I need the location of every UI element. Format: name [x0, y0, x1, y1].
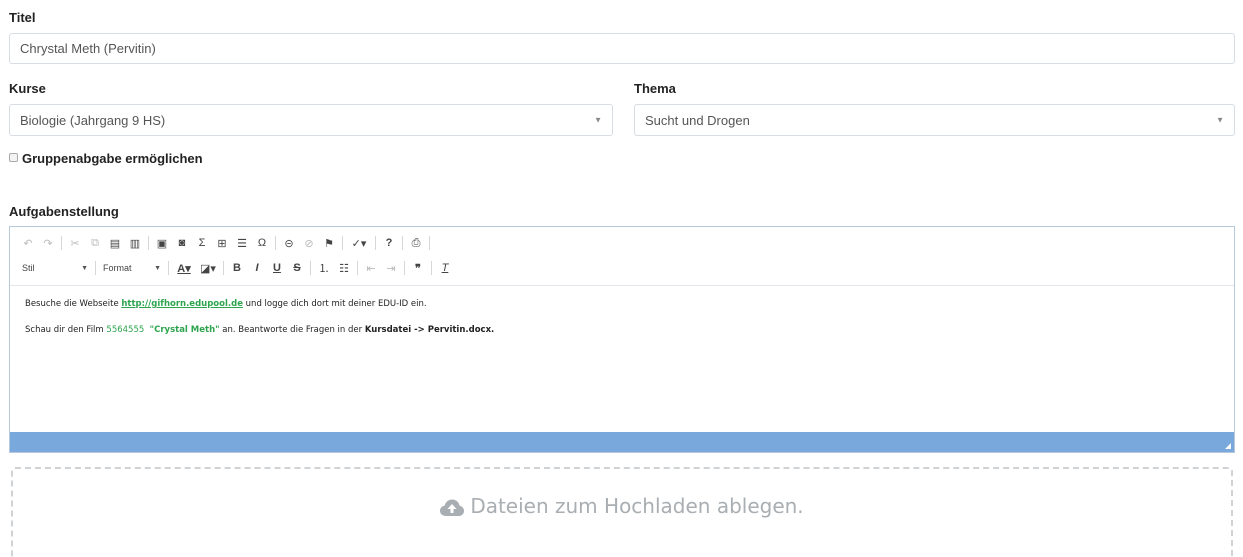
bg-color-icon[interactable]: ◪▾ [198, 260, 218, 276]
indent-icon[interactable]: ⇥ [383, 260, 399, 276]
undo-icon[interactable]: ↶ [20, 235, 36, 251]
paste-text-icon[interactable]: ▥ [127, 235, 143, 251]
unlink-icon[interactable]: ⊘ [301, 235, 317, 251]
bold-icon[interactable]: B [229, 260, 245, 276]
toolbar-separator [310, 261, 311, 275]
content-line-2: Schau dir den Film 5564555 "Crystal Meth… [25, 325, 1224, 335]
cloud-upload-icon [440, 499, 465, 516]
table-icon[interactable]: ⊞ [214, 235, 230, 251]
toolbar-separator [431, 261, 432, 275]
thema-select[interactable]: Sucht und Drogen ▼ [634, 104, 1235, 136]
toolbar-row-1: ↶ ↷ ✂ ⧉ ▤ ▥ ▣ ◙ Σ ⊞ ☰ Ω ⊝ ⊘ ⚑ ✓▾ ? ⎙ [18, 233, 433, 253]
thema-label: Thema [634, 81, 676, 96]
title-input[interactable]: Chrystal Meth (Pervitin) [9, 33, 1235, 64]
anchor-flag-icon[interactable]: ⚑ [321, 235, 337, 251]
numbered-list-icon[interactable]: ⒈ [316, 260, 332, 276]
file-reference: Kursdatei -> Pervitin.docx. [364, 325, 495, 335]
chevron-down-icon: ▼ [81, 264, 88, 272]
content-text: Besuche die Webseite [25, 299, 122, 309]
link-icon[interactable]: ⊝ [281, 235, 297, 251]
bulleted-list-icon[interactable]: ☷ [336, 260, 352, 276]
image-icon[interactable]: ▣ [154, 235, 170, 251]
chevron-down-icon: ▼ [594, 115, 602, 125]
group-submission-checkbox[interactable] [9, 153, 18, 162]
kurse-label: Kurse [9, 81, 46, 96]
help-icon[interactable]: ? [381, 235, 397, 251]
file-dropzone[interactable]: Dateien zum Hochladen ablegen. [11, 467, 1233, 557]
format-combo[interactable]: Format ▼ [99, 260, 165, 276]
toolbar-separator [275, 236, 276, 250]
toolbar-separator [429, 236, 430, 250]
special-char-icon[interactable]: Ω [254, 235, 270, 251]
film-title: "Crystal Meth" [149, 325, 220, 335]
title-input-value: Chrystal Meth (Pervitin) [20, 41, 156, 56]
toolbar-separator [148, 236, 149, 250]
editor-content[interactable]: Besuche die Webseite http://gifhorn.edup… [25, 299, 1224, 351]
content-text: Schau dir den Film [25, 325, 107, 335]
thema-select-value: Sucht und Drogen [645, 112, 750, 128]
toolbar-separator [404, 261, 405, 275]
spellcheck-icon[interactable]: ✓▾ [348, 235, 370, 251]
content-text: an. Beantworte die Fragen in der [219, 325, 365, 335]
editor-statusbar [10, 432, 1234, 452]
chevron-down-icon: ▼ [154, 264, 161, 272]
chevron-down-icon: ▼ [1216, 115, 1224, 125]
outdent-icon[interactable]: ⇤ [363, 260, 379, 276]
media-icon[interactable]: ◙ [174, 235, 190, 251]
toolbar-separator [357, 261, 358, 275]
cut-icon[interactable]: ✂ [67, 235, 83, 251]
copy-icon[interactable]: ⧉ [87, 235, 103, 251]
toolbar-row-2: Stil ▼ Format ▼ A▾ ◪▾ B I U S ⒈ ☷ ⇤ ⇥ ❞ [18, 258, 455, 278]
style-combo[interactable]: Stil ▼ [18, 260, 92, 276]
paste-icon[interactable]: ▤ [107, 235, 123, 251]
formula-icon[interactable]: Σ [194, 235, 210, 251]
toolbar-separator [375, 236, 376, 250]
title-label: Titel [9, 10, 36, 25]
remove-format-icon[interactable]: T [437, 260, 453, 276]
film-number: 5564555 [106, 325, 145, 335]
text-color-icon[interactable]: A▾ [174, 260, 194, 276]
print-icon[interactable]: ⎙ [408, 235, 424, 251]
redo-icon[interactable]: ↷ [40, 235, 56, 251]
toolbar-separator [168, 261, 169, 275]
editor-toolbar: ↶ ↷ ✂ ⧉ ▤ ▥ ▣ ◙ Σ ⊞ ☰ Ω ⊝ ⊘ ⚑ ✓▾ ? ⎙ Sti… [10, 227, 1234, 286]
task-label: Aufgabenstellung [9, 204, 119, 219]
horizontal-line-icon[interactable]: ☰ [234, 235, 250, 251]
resize-handle-icon[interactable] [1225, 443, 1231, 449]
style-combo-label: Stil [22, 263, 35, 273]
italic-icon[interactable]: I [249, 260, 265, 276]
strikethrough-icon[interactable]: S [289, 260, 305, 276]
toolbar-separator [342, 236, 343, 250]
group-submission-label: Gruppenabgabe ermöglichen [22, 151, 203, 166]
dropzone-text: Dateien zum Hochladen ablegen. [470, 494, 804, 518]
kurse-select-value: Biologie (Jahrgang 9 HS) [20, 112, 166, 128]
toolbar-separator [223, 261, 224, 275]
dropzone-message: Dateien zum Hochladen ablegen. [13, 494, 1231, 518]
blockquote-icon[interactable]: ❞ [410, 260, 426, 276]
rich-text-editor[interactable]: ↶ ↷ ✂ ⧉ ▤ ▥ ▣ ◙ Σ ⊞ ☰ Ω ⊝ ⊘ ⚑ ✓▾ ? ⎙ Sti… [9, 226, 1235, 453]
format-combo-label: Format [103, 263, 132, 273]
toolbar-separator [95, 261, 96, 275]
underline-icon[interactable]: U [269, 260, 285, 276]
content-line-1: Besuche die Webseite http://gifhorn.edup… [25, 299, 1224, 309]
content-link[interactable]: http://gifhorn.edupool.de [121, 299, 243, 309]
kurse-select[interactable]: Biologie (Jahrgang 9 HS) ▼ [9, 104, 613, 136]
toolbar-separator [61, 236, 62, 250]
content-text: und logge dich dort mit deiner EDU-ID ei… [242, 299, 427, 309]
toolbar-separator [402, 236, 403, 250]
